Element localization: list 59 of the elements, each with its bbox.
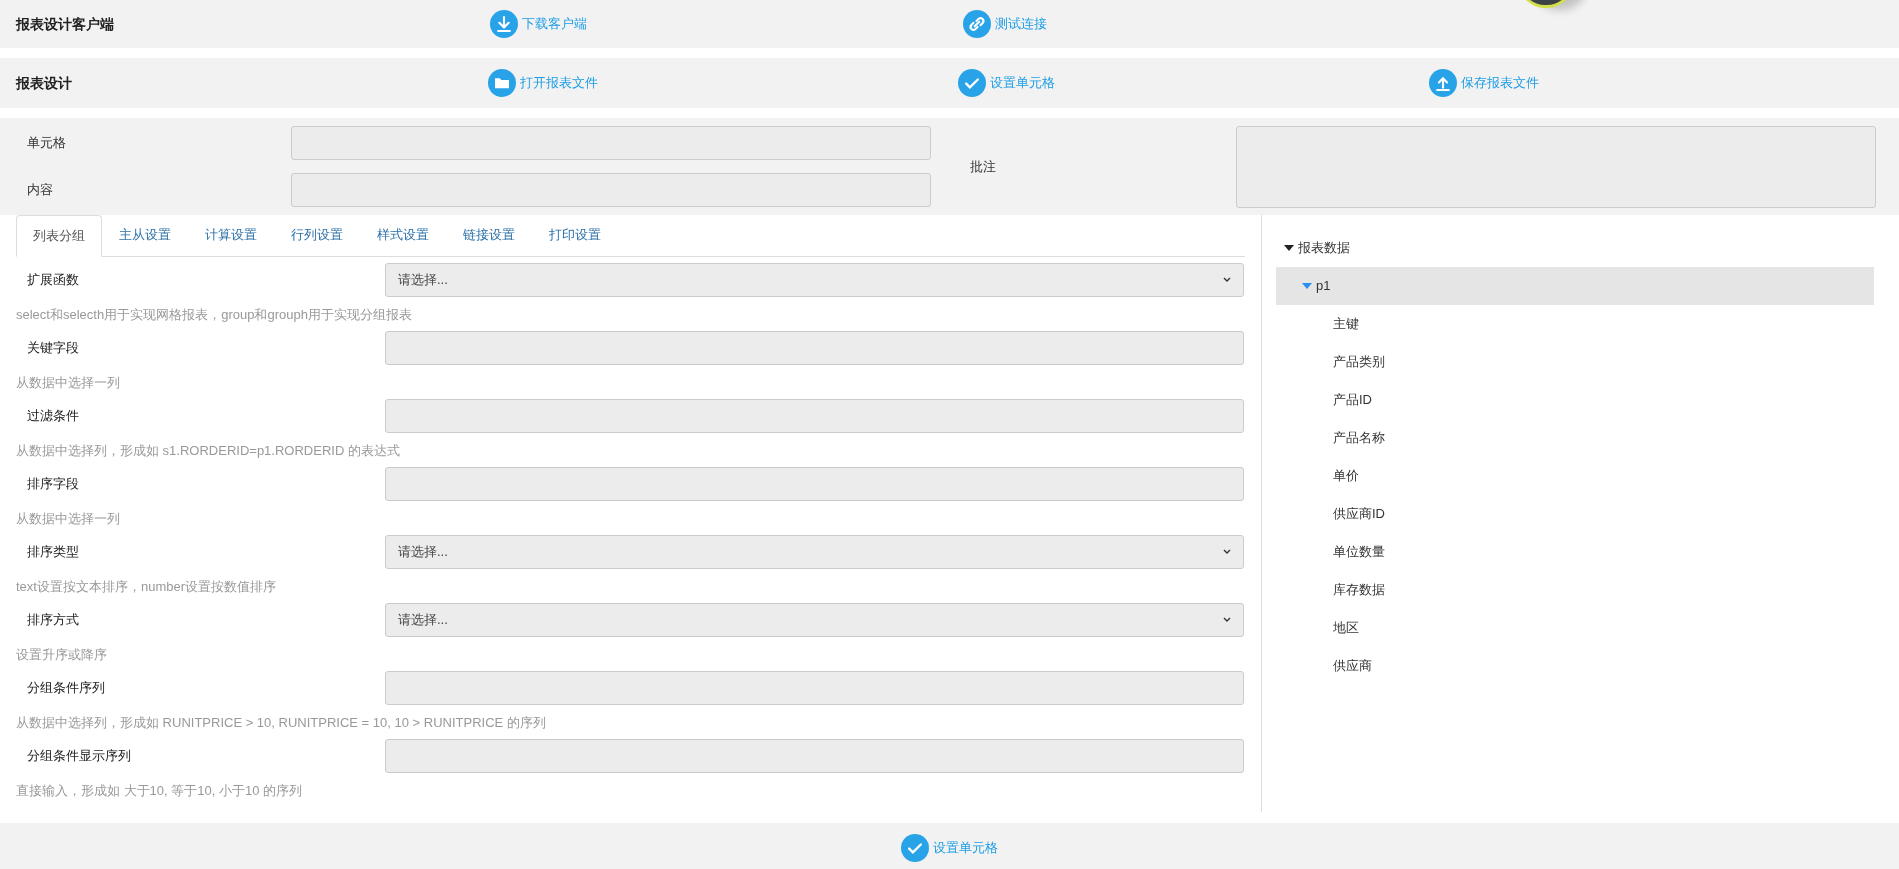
toolbar-title: 报表设计客户端 bbox=[14, 14, 115, 34]
help-text: 从数据中选择列，形成如 RUNITPRICE > 10, RUNITPRICE = 10, 10 > RUNITPRICE 的序列 bbox=[15, 714, 547, 732]
check-icon bbox=[901, 834, 929, 862]
note-field[interactable] bbox=[1236, 125, 1876, 208]
tab[interactable]: 样式设置 bbox=[360, 214, 446, 256]
tab[interactable]: 打印设置 bbox=[532, 214, 618, 256]
dropdown[interactable]: 请选择... bbox=[385, 603, 1244, 637]
field-label: 分组条件显示序列 bbox=[26, 747, 132, 766]
input-field[interactable] bbox=[385, 739, 1244, 773]
tree-item[interactable]: 供应商ID bbox=[1276, 495, 1874, 533]
tree-item[interactable]: 单位数量 bbox=[1276, 533, 1874, 571]
tree-item[interactable]: 单价 bbox=[1276, 457, 1874, 495]
tree-item[interactable]: 报表数据 bbox=[1276, 229, 1874, 267]
tree-item[interactable]: p1 bbox=[1276, 267, 1874, 305]
help-text: 直接输入，形成如 大于10, 等于10, 小于10 的序列 bbox=[15, 782, 304, 800]
input-field[interactable] bbox=[385, 331, 1244, 365]
field-label: 排序类型 bbox=[26, 543, 80, 562]
chevron-down-icon bbox=[1223, 277, 1231, 283]
input-field[interactable] bbox=[385, 399, 1244, 433]
tree-item[interactable]: 主键 bbox=[1276, 305, 1874, 343]
input-field[interactable] bbox=[291, 126, 931, 160]
tab[interactable]: 行列设置 bbox=[274, 214, 360, 256]
field-label: 单元格 bbox=[26, 134, 67, 153]
help-text: select和selecth用于实现网格报表，group和grouph用于实现分组报表 bbox=[15, 306, 413, 324]
tree-item[interactable]: 产品类别 bbox=[1276, 343, 1874, 381]
field-label: 排序方式 bbox=[26, 611, 80, 630]
help-text: text设置按文本排序，number设置按数值排序 bbox=[15, 578, 278, 596]
folder-icon bbox=[487, 69, 516, 97]
input-field[interactable] bbox=[385, 671, 1244, 705]
input-field[interactable] bbox=[291, 173, 931, 207]
download-icon bbox=[490, 10, 518, 38]
field-label: 内容 bbox=[26, 181, 54, 200]
tree-item[interactable]: 地区 bbox=[1276, 609, 1874, 647]
link-icon bbox=[963, 10, 991, 38]
field-label: 关键字段 bbox=[26, 339, 80, 358]
tree-item[interactable]: 产品名称 bbox=[1276, 419, 1874, 457]
help-text: 从数据中选择列，形成如 s1.RORDERID=p1.RORDERID 的表达式 bbox=[15, 442, 401, 460]
field-label: 批注 bbox=[969, 157, 997, 176]
toolbar-title: 报表设计 bbox=[14, 73, 73, 93]
field-label: 扩展函数 bbox=[26, 271, 80, 290]
tab[interactable]: 链接设置 bbox=[446, 214, 532, 256]
check-icon bbox=[958, 69, 986, 97]
upload-icon bbox=[1428, 69, 1457, 97]
chevron-down-icon bbox=[1223, 549, 1231, 555]
caret-down-icon[interactable] bbox=[1284, 245, 1294, 251]
input-field[interactable] bbox=[385, 467, 1244, 501]
tab[interactable]: 列表分组 bbox=[16, 215, 102, 257]
field-label: 过滤条件 bbox=[26, 407, 80, 426]
field-label: 排序字段 bbox=[26, 475, 80, 494]
dropdown[interactable]: 请选择... bbox=[385, 263, 1244, 297]
tab[interactable]: 主从设置 bbox=[102, 214, 188, 256]
dropdown[interactable]: 请选择... bbox=[385, 535, 1244, 569]
tab[interactable]: 计算设置 bbox=[188, 214, 274, 256]
tree-item[interactable]: 库存数据 bbox=[1276, 571, 1874, 609]
help-text: 设置升序或降序 bbox=[15, 646, 108, 664]
tree-item[interactable]: 产品ID bbox=[1276, 381, 1874, 419]
tree-item[interactable]: 供应商 bbox=[1276, 647, 1874, 685]
field-label: 分组条件序列 bbox=[26, 679, 106, 698]
chevron-down-icon bbox=[1223, 617, 1231, 623]
